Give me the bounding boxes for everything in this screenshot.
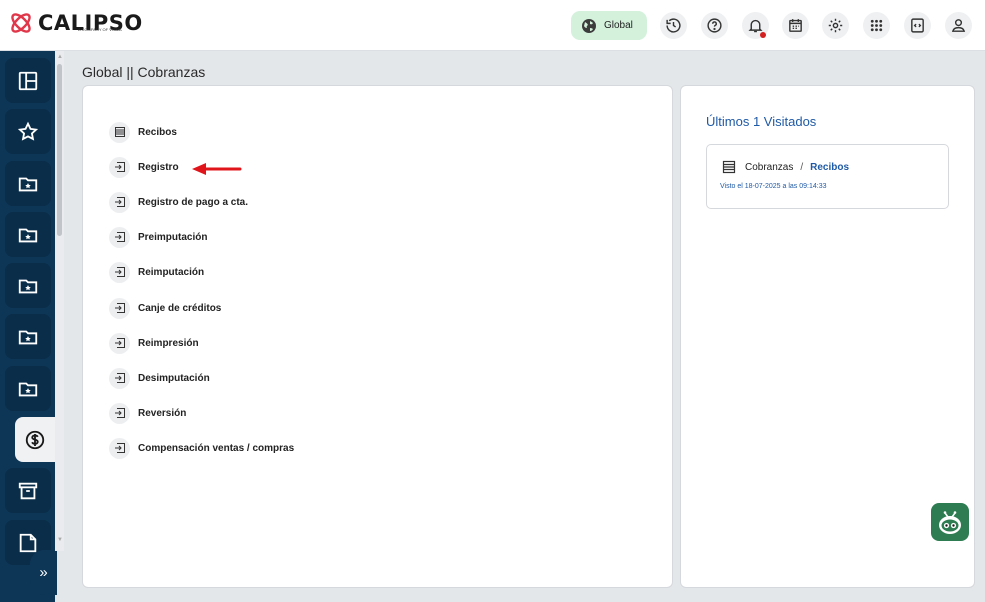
- recently-visited-title: Últimos 1 Visitados: [706, 114, 817, 129]
- page-title: Global || Cobranzas: [82, 64, 206, 80]
- folder-star-icon: [18, 279, 38, 293]
- archive-icon: [18, 482, 38, 499]
- star-icon: [17, 121, 39, 141]
- menu-item-label: Compensación ventas / compras: [138, 442, 295, 454]
- sidebar-item-archive[interactable]: [5, 468, 51, 513]
- visited-item-link[interactable]: Recibos: [810, 162, 849, 173]
- visited-module: Cobranzas: [745, 161, 794, 173]
- scroll-up-arrow-icon[interactable]: ▲: [57, 54, 63, 60]
- menu-item-reversion[interactable]: Reversión: [109, 402, 187, 424]
- menu-item-registro-pago-cta[interactable]: Registro de pago a cta.: [109, 191, 249, 213]
- sidebar-item-folder-3[interactable]: [5, 263, 51, 308]
- sidebar-item-cobranzas[interactable]: [15, 417, 55, 462]
- calendar-button[interactable]: [782, 12, 809, 39]
- notification-dot: [760, 32, 766, 38]
- enter-icon: [109, 402, 130, 424]
- path-separator: /: [800, 161, 804, 173]
- sidebar-item-folder-4[interactable]: [5, 314, 51, 359]
- list-icon: [722, 160, 736, 174]
- apps-grid-icon: [870, 19, 883, 32]
- menu-item-preimputacion[interactable]: Preimputación: [109, 226, 208, 248]
- top-bar: CALIPSO A COMPANY OF VISMA Global: [0, 0, 985, 51]
- visited-timestamp: Visto el 18-07-2025 a las 09:14:33: [720, 183, 827, 190]
- list-icon: [109, 121, 130, 143]
- enter-icon: [109, 437, 130, 459]
- enter-icon: [109, 191, 130, 213]
- sidebar-item-folder-5[interactable]: [5, 366, 51, 411]
- folder-star-icon: [18, 382, 38, 396]
- sidebar: [0, 51, 55, 602]
- visited-entry-card[interactable]: Cobranzas / Recibos Visto el 18-07-2025 …: [706, 144, 949, 209]
- globe-icon: [582, 18, 596, 33]
- layout-icon: [18, 71, 38, 90]
- menu-item-desimputacion[interactable]: Desimputación: [109, 367, 210, 389]
- cobranzas-menu-panel: Recibos Registro Registro de pago a cta.…: [82, 85, 673, 588]
- chat-assistant-button[interactable]: [931, 503, 969, 541]
- enter-icon: [109, 226, 130, 248]
- code-window-button[interactable]: [904, 12, 931, 39]
- menu-item-label: Reimpresión: [138, 337, 199, 349]
- help-button[interactable]: [701, 12, 728, 39]
- menu-item-reimputacion[interactable]: Reimputación: [109, 261, 205, 283]
- history-button[interactable]: [660, 12, 687, 39]
- enter-icon: [109, 297, 130, 319]
- help-icon: [707, 18, 722, 33]
- document-icon: [19, 533, 37, 552]
- sidebar-item-folder-2[interactable]: [5, 212, 51, 257]
- global-label: Global: [604, 20, 633, 31]
- calipso-logo[interactable]: CALIPSO: [8, 10, 143, 36]
- menu-item-canje-creditos[interactable]: Canje de créditos: [109, 297, 222, 319]
- gear-icon: [828, 18, 843, 33]
- menu-item-reimpresion[interactable]: Reimpresión: [109, 332, 199, 354]
- enter-icon: [109, 367, 130, 389]
- menu-item-compensacion[interactable]: Compensación ventas / compras: [109, 437, 295, 459]
- calendar-icon: [789, 19, 802, 32]
- code-window-icon: [911, 18, 924, 33]
- logo-tagline: A COMPANY OF VISMA: [78, 27, 122, 32]
- history-icon: [666, 18, 681, 33]
- menu-item-label: Recibos: [138, 126, 177, 138]
- menu-item-registro[interactable]: Registro: [109, 156, 179, 178]
- user-button[interactable]: [945, 12, 972, 39]
- folder-star-icon: [18, 228, 38, 242]
- global-context-button[interactable]: Global: [571, 11, 647, 40]
- dollar-icon: [25, 430, 45, 449]
- folder-star-icon: [18, 330, 38, 344]
- calipso-logo-icon: [11, 13, 31, 33]
- red-arrow-annotation-icon: [192, 163, 242, 175]
- menu-item-label: Reversión: [138, 407, 187, 419]
- enter-icon: [109, 261, 130, 283]
- folder-star-icon: [18, 177, 38, 191]
- menu-item-recibos[interactable]: Recibos: [109, 121, 177, 143]
- double-chevron-right-icon: »: [39, 564, 48, 581]
- sidebar-item-favorites[interactable]: [5, 109, 51, 154]
- menu-item-label: Desimputación: [138, 372, 210, 384]
- menu-item-label: Preimputación: [138, 231, 208, 243]
- menu-item-label: Reimputación: [138, 266, 205, 278]
- scroll-down-arrow-icon[interactable]: ▼: [57, 537, 63, 543]
- sidebar-expand-button[interactable]: »: [30, 550, 57, 595]
- bottom-edge: [64, 597, 985, 602]
- settings-button[interactable]: [822, 12, 849, 39]
- menu-item-label: Canje de créditos: [138, 302, 222, 314]
- enter-icon: [109, 156, 130, 178]
- sidebar-item-dashboard[interactable]: [5, 58, 51, 103]
- visited-entry-path: Cobranzas / Recibos: [722, 160, 849, 174]
- menu-item-label: Registro de pago a cta.: [138, 196, 249, 208]
- apps-button[interactable]: [863, 12, 890, 39]
- notifications-button[interactable]: [742, 12, 769, 39]
- scrollbar-thumb[interactable]: [57, 64, 62, 236]
- user-icon: [951, 19, 966, 32]
- menu-item-label: Registro: [138, 161, 179, 173]
- enter-icon: [109, 332, 130, 354]
- robot-icon: [939, 511, 961, 534]
- sidebar-item-folder-1[interactable]: [5, 161, 51, 206]
